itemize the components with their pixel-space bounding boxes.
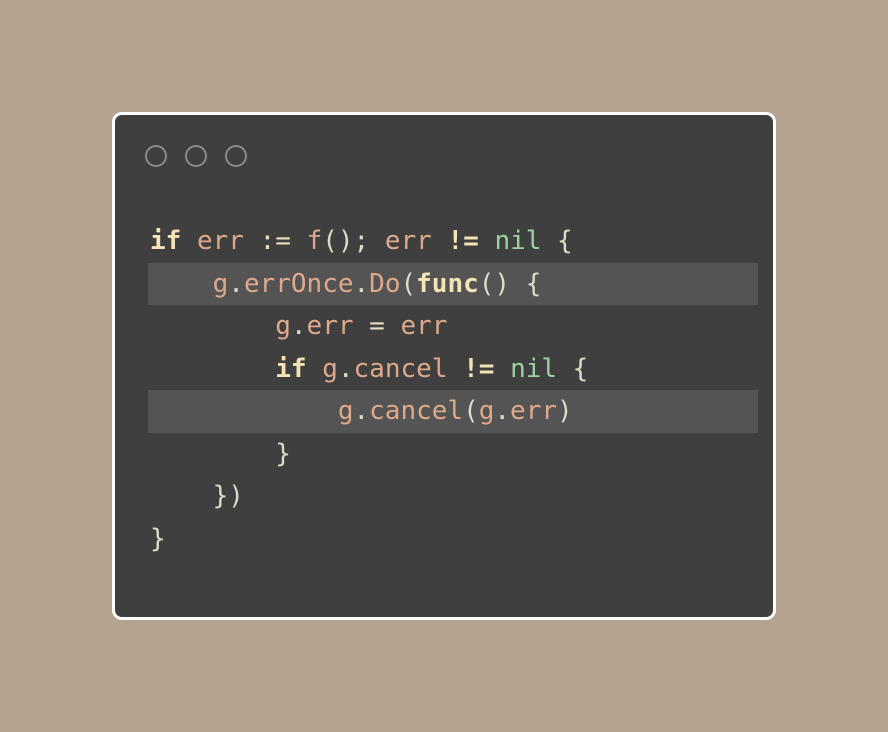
code-line: }) bbox=[148, 475, 758, 518]
code-token-punct: ) bbox=[557, 396, 573, 426]
code-token-ident: Do bbox=[369, 268, 401, 299]
code-line: } bbox=[148, 518, 758, 561]
code-token-ident: errOnce bbox=[243, 268, 354, 299]
code-line-highlighted: g.errOnce.Do(func() { bbox=[148, 262, 758, 305]
code-token-punct: }) bbox=[212, 481, 244, 511]
code-token-ident: g bbox=[275, 311, 291, 341]
code-token-punct bbox=[479, 226, 495, 256]
code-line: if g.cancel != nil { bbox=[148, 348, 758, 391]
code-token-punct: ( bbox=[463, 396, 479, 426]
code-line: g.err = err bbox=[148, 305, 758, 348]
code-token-kw: func bbox=[416, 268, 479, 299]
code-token-ident: err bbox=[196, 226, 244, 256]
code-token-punct: . bbox=[228, 268, 244, 299]
code-token-kw: if bbox=[150, 226, 182, 256]
code-token-ident: cancel bbox=[353, 353, 448, 384]
code-token-ident: err bbox=[510, 396, 558, 426]
code-token-punct: . bbox=[353, 268, 370, 299]
code-line: if err := f(); err != nil { bbox=[148, 220, 758, 263]
code-token-nil: nil bbox=[494, 226, 542, 256]
window-control-circle-icon[interactable] bbox=[145, 145, 167, 167]
code-token-punct bbox=[307, 354, 323, 384]
code-token-nil: nil bbox=[510, 353, 558, 384]
code-token-op: = bbox=[353, 311, 401, 341]
code-token-punct: (); bbox=[322, 226, 385, 256]
code-token-ident: g bbox=[478, 396, 495, 426]
code-block: if err := f(); err != nil { g.errOnce.Do… bbox=[148, 220, 758, 560]
code-token-ident: cancel bbox=[369, 396, 464, 426]
code-token-op: := bbox=[243, 226, 307, 256]
code-window: if err := f(); err != nil { g.errOnce.Do… bbox=[112, 112, 776, 620]
code-token-ident: g bbox=[322, 353, 338, 384]
code-token-punct: { bbox=[557, 353, 589, 384]
code-token-ident: err bbox=[306, 311, 354, 341]
code-token-punct: . bbox=[353, 396, 370, 426]
code-token-punct bbox=[447, 354, 463, 384]
code-token-ident: g bbox=[337, 396, 354, 426]
code-token-punct: . bbox=[290, 311, 307, 341]
code-token-kw: != bbox=[463, 353, 495, 384]
code-token-punct bbox=[494, 354, 510, 384]
code-token-punct: { bbox=[541, 226, 573, 256]
code-token-punct: . bbox=[337, 353, 354, 384]
code-line-highlighted: g.cancel(g.err) bbox=[148, 390, 758, 433]
code-token-punct bbox=[181, 226, 197, 256]
code-line: } bbox=[148, 433, 758, 476]
code-token-ident: f bbox=[306, 226, 323, 256]
code-token-ident: err bbox=[400, 311, 448, 341]
code-token-ident: g bbox=[212, 268, 229, 299]
code-token-kw: if bbox=[275, 353, 307, 384]
code-token-ident: err bbox=[384, 226, 432, 256]
code-token-punct: . bbox=[494, 396, 511, 426]
code-token-kw: != bbox=[447, 226, 479, 256]
code-token-punct: } bbox=[150, 523, 166, 554]
window-control-circle-icon[interactable] bbox=[185, 145, 207, 167]
code-token-punct bbox=[432, 226, 448, 256]
code-token-punct: () { bbox=[478, 268, 542, 299]
window-control-circle-icon[interactable] bbox=[225, 145, 247, 167]
code-token-punct: } bbox=[275, 438, 291, 469]
code-token-punct: ( bbox=[400, 268, 417, 299]
